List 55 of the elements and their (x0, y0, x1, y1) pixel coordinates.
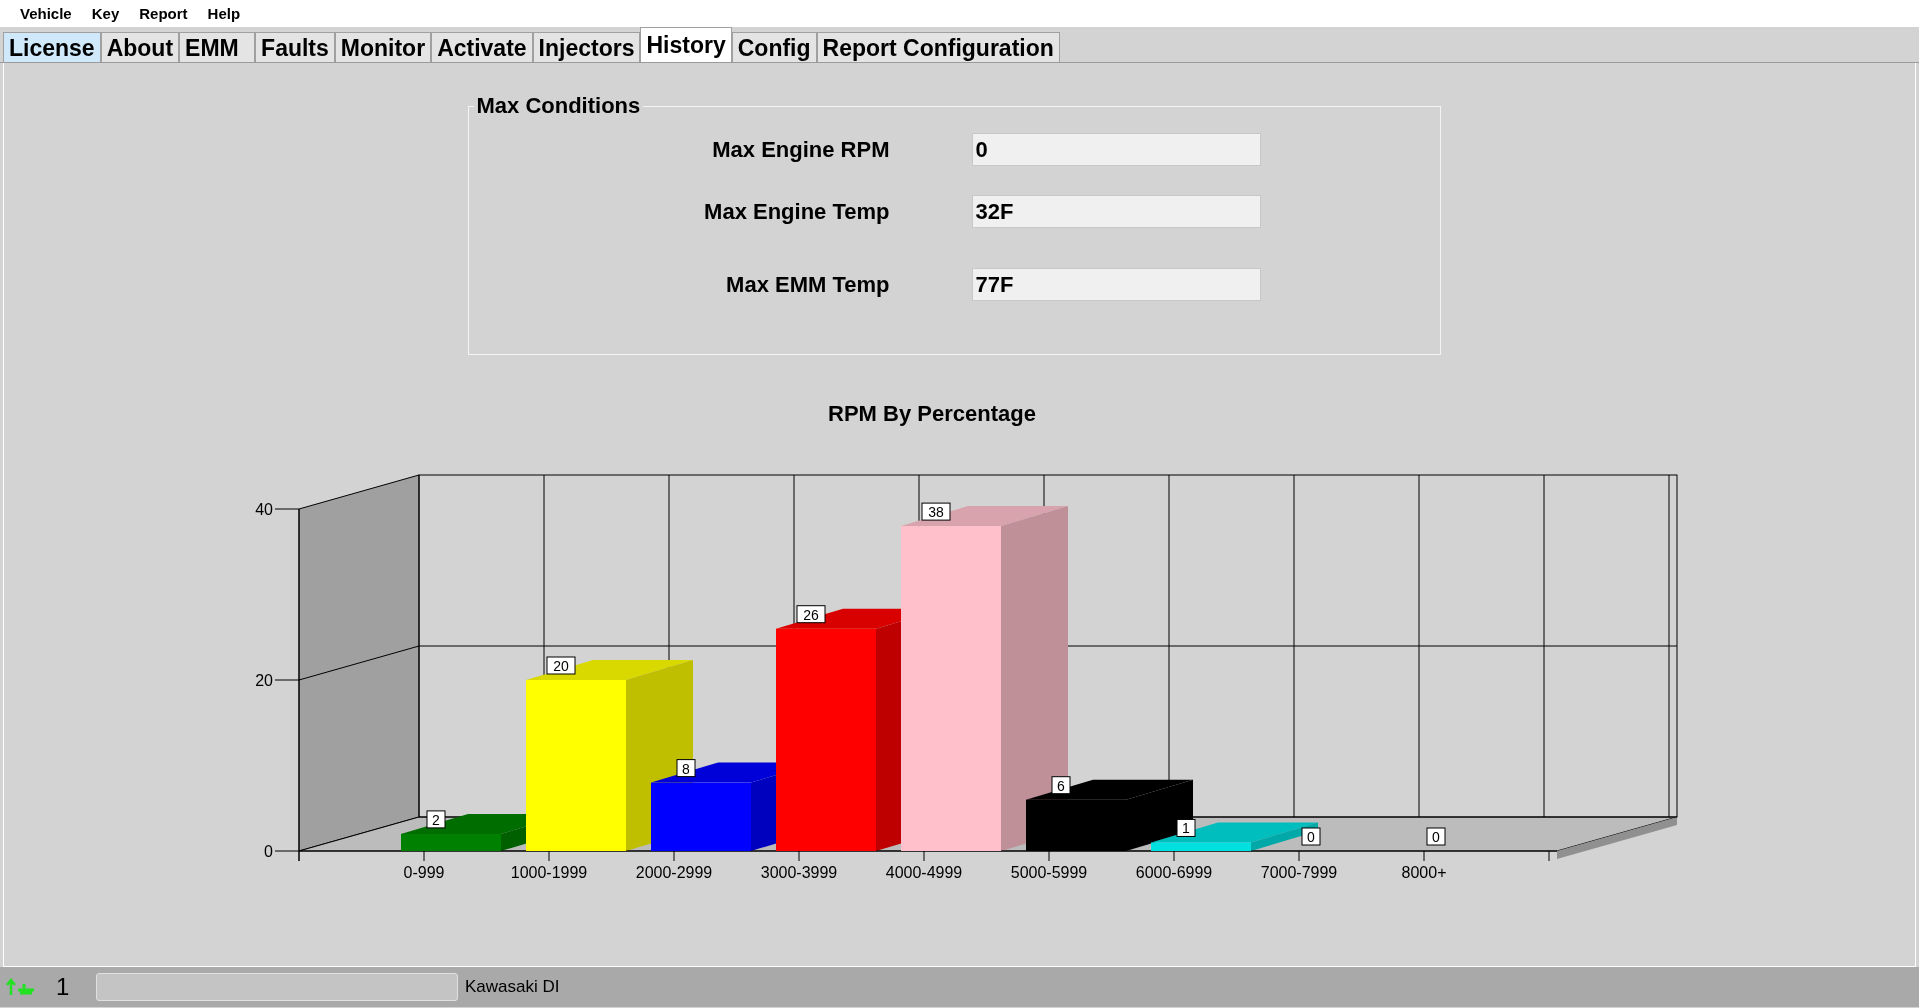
tab[interactable]: Activate (431, 32, 533, 62)
status-count: 1 (56, 973, 71, 1001)
tab[interactable]: Monitor (334, 32, 432, 62)
vehicle-name: Kawasaki DI (465, 977, 560, 997)
input-field[interactable]: 32F (971, 195, 1261, 228)
data-label: 8 (682, 760, 691, 777)
tab[interactable]: About (100, 32, 180, 62)
y-tick-label: 20 (255, 672, 273, 689)
data-label: 26 (803, 606, 819, 623)
data-label: 1 (1182, 820, 1191, 837)
y-tick-label: 0 (264, 843, 273, 860)
connection-arrows-icon (6, 978, 36, 996)
field-label: Max Engine Temp (703, 198, 890, 225)
input-field[interactable]: 0 (971, 133, 1261, 166)
value-label: 20 (546, 656, 576, 675)
x-tick-label: 0-999 (403, 864, 445, 881)
value-label: 6 (1051, 776, 1071, 795)
tab[interactable]: License (3, 32, 101, 62)
field-label: Max EMM Temp (725, 271, 890, 298)
x-tick-label: 6000-6999 (1135, 864, 1213, 881)
value-label: 2 (426, 810, 446, 829)
data-label: 38 (928, 504, 944, 521)
tab[interactable]: Faults (255, 32, 335, 62)
x-tick-label: 8000+ (1401, 864, 1447, 881)
value-label: 8 (676, 759, 696, 778)
value-label: 38 (921, 502, 951, 521)
tab[interactable]: Report Configuration (816, 32, 1060, 62)
data-label: 6 (1057, 777, 1066, 794)
tab[interactable]: Injectors (532, 32, 641, 62)
data-label: 0 (1432, 829, 1441, 845)
tab[interactable]: Config (731, 32, 817, 62)
value-label: 26 (796, 605, 826, 624)
value-label: 0 (1301, 827, 1321, 846)
menu-item[interactable]: Key (81, 3, 130, 24)
data-label: 0 (1307, 829, 1316, 845)
tab[interactable]: EMM (179, 32, 256, 62)
menu-item[interactable]: Vehicle (10, 3, 82, 24)
y-tick-label: 40 (255, 501, 273, 518)
tab[interactable]: History (640, 27, 732, 62)
value-label: 0 (1426, 827, 1446, 846)
menu-item[interactable]: Report (129, 3, 198, 24)
chart-title: RPM By Percentage (828, 401, 1036, 427)
field-label: Max Engine RPM (711, 136, 890, 163)
x-tick-label: 7000-7999 (1260, 864, 1338, 881)
x-tick-label: 3000-3999 (760, 864, 838, 881)
x-tick-label: 4000-4999 (885, 864, 963, 881)
input-field[interactable]: 77F (971, 268, 1261, 301)
x-tick-label: 1000-1999 (510, 864, 588, 881)
x-tick-label: 2000-2999 (635, 864, 713, 881)
value-label: 1 (1176, 818, 1196, 837)
data-label: 2 (432, 811, 441, 828)
x-tick-label: 5000-5999 (1010, 864, 1088, 881)
data-label: 20 (553, 658, 569, 674)
menu-item[interactable]: Help (197, 3, 251, 24)
group-title: Max Conditions (475, 93, 642, 119)
